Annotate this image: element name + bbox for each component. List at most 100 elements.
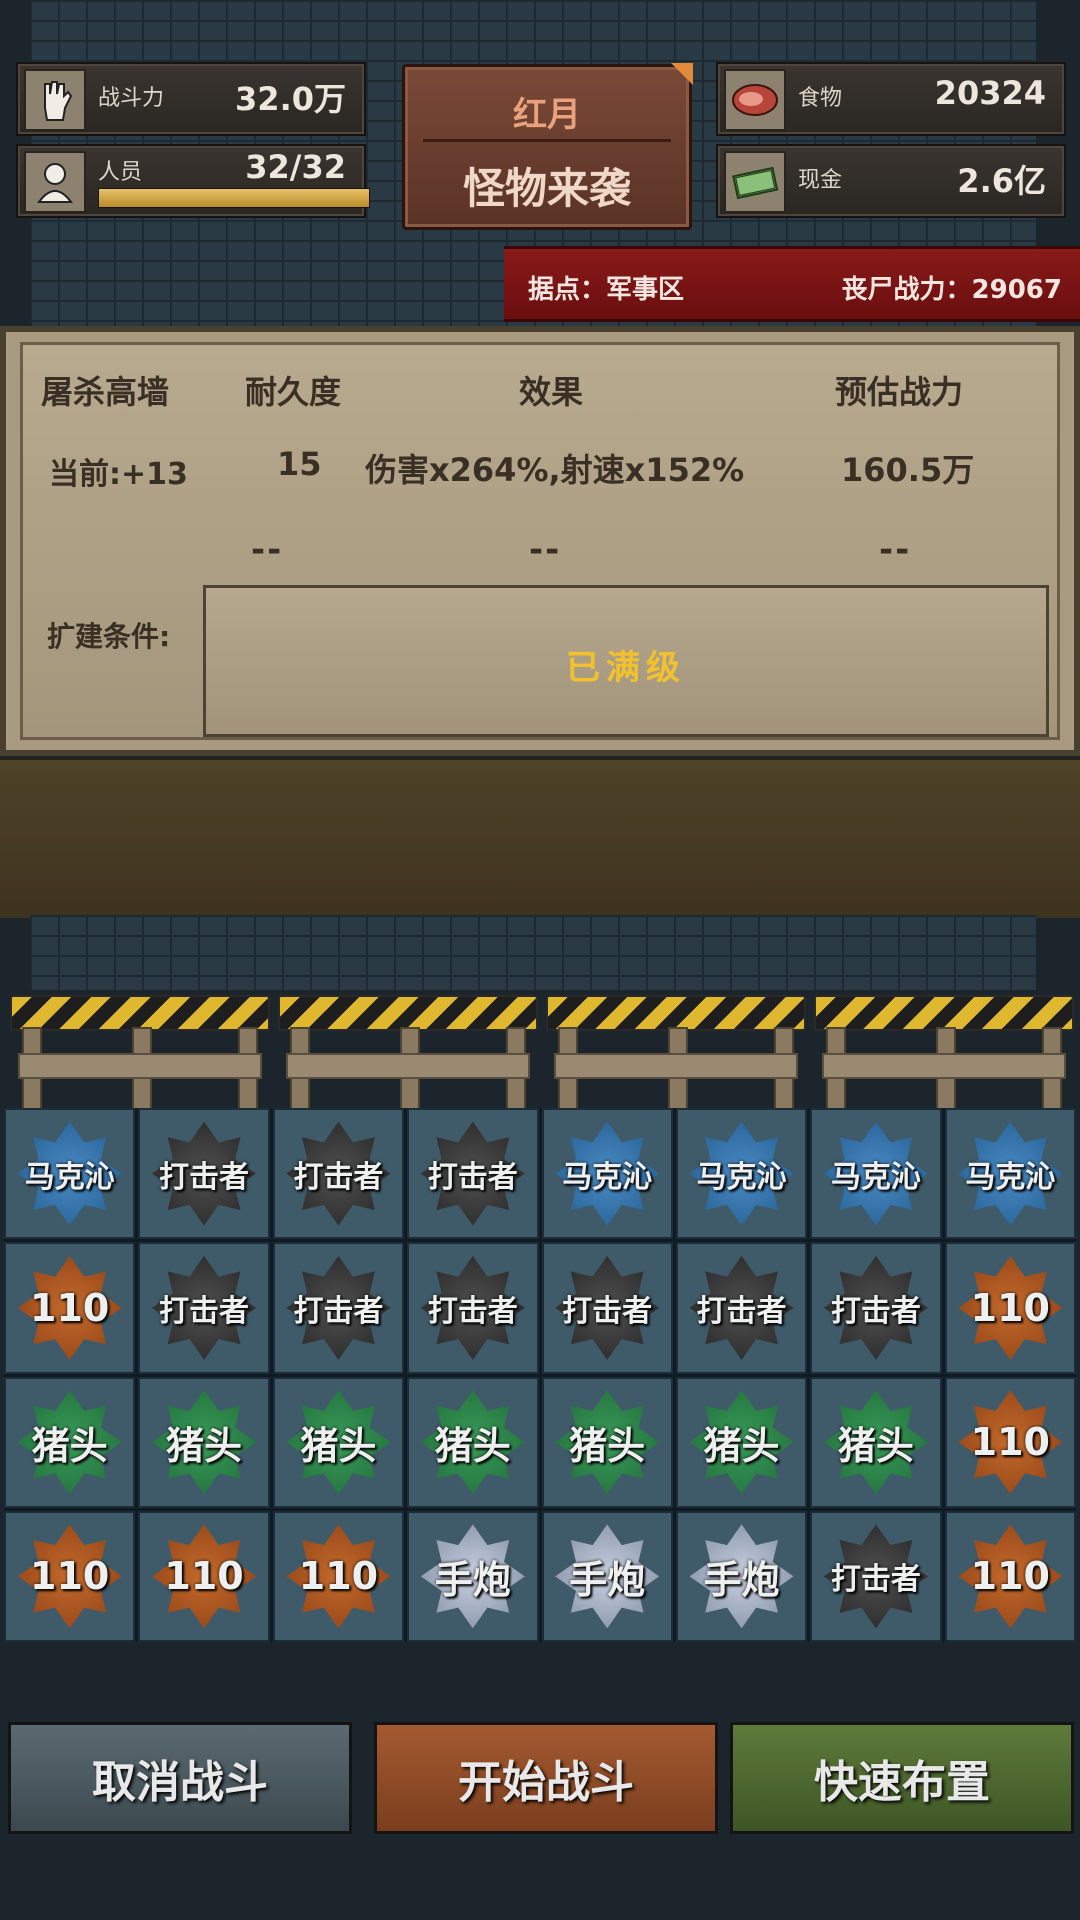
grid-slot[interactable]: 打击者: [675, 1242, 808, 1374]
unit-label: 马克沁: [830, 1159, 921, 1195]
cancel-battle-button[interactable]: 取消战斗: [8, 1722, 352, 1834]
unit-label: 打击者: [293, 1293, 384, 1329]
unit-label: 猪头: [31, 1423, 108, 1468]
grid-slot[interactable]: 马克沁: [541, 1108, 673, 1240]
grid-slot[interactable]: 打击者: [810, 1510, 942, 1642]
unit-label: 手炮: [569, 1557, 646, 1602]
header-wall-name: 屠杀高墙: [41, 373, 170, 411]
unit-label: 110: [970, 1285, 1050, 1330]
food-label: 食物: [798, 86, 843, 111]
unit-label: 打击者: [427, 1159, 518, 1195]
combat-power-box: 战斗力 32.0万: [16, 62, 366, 136]
expand-condition-label: 扩建条件:: [47, 620, 171, 653]
deployment-grid: 马克沁 打击者 打击者 打击者 马克沁 马克沁 马克沁 马克沁 110 打击者 打击者 打击者 打击者打…: [4, 1108, 1076, 1642]
next-power: --: [879, 530, 912, 570]
fist-icon: [24, 69, 86, 131]
zombie-power: 丧尸战力：29067: [841, 275, 1062, 305]
combat-power-value: 32.0万: [235, 80, 346, 118]
barricade-4: [814, 995, 1074, 1111]
grid-slot[interactable]: 打击者: [407, 1242, 539, 1374]
unit-label: 110: [30, 1554, 110, 1599]
event-title: 红月: [513, 95, 581, 135]
meat-icon: [724, 69, 786, 131]
unit-label: 猪头: [837, 1423, 914, 1468]
unit-label: 猪头: [434, 1423, 511, 1468]
unit-label: 马克沁: [696, 1159, 787, 1195]
grid-slot[interactable]: 猪头: [675, 1376, 808, 1508]
personnel-bar: [98, 188, 370, 208]
grid-slot[interactable]: 猪头: [407, 1376, 539, 1508]
grid-slot[interactable]: 110: [4, 1242, 136, 1374]
personnel-bar-fill: [99, 189, 369, 207]
unit-label: 打击者: [159, 1159, 250, 1195]
grid-slot[interactable]: 打击者: [138, 1108, 270, 1240]
barricade-3: [546, 995, 806, 1111]
grid-slot[interactable]: 110: [4, 1510, 136, 1642]
grid-slot[interactable]: 猪头: [541, 1376, 673, 1508]
grid-slot[interactable]: 打击者: [810, 1242, 942, 1374]
quick-deploy-button[interactable]: 快速布置: [730, 1722, 1074, 1834]
grid-slot[interactable]: 110: [138, 1510, 270, 1642]
grid-slot[interactable]: 猪头: [810, 1376, 942, 1508]
grid-slot[interactable]: 110: [944, 1242, 1076, 1374]
cash-label: 现金: [798, 168, 843, 193]
ground-strip: [0, 758, 1080, 918]
next-durability: --: [251, 530, 284, 570]
brick-wall-lower: [30, 915, 1036, 990]
grid-slot[interactable]: 打击者: [272, 1108, 405, 1240]
unit-label: 110: [970, 1554, 1050, 1599]
grid-slot[interactable]: 110: [944, 1376, 1076, 1508]
header-estimated-power: 预估战力: [835, 373, 964, 411]
unit-label: 猪头: [300, 1423, 377, 1468]
grid-slot[interactable]: 手炮: [675, 1510, 808, 1642]
unit-label: 打击者: [562, 1293, 653, 1329]
grid-slot[interactable]: 打击者: [272, 1242, 405, 1374]
food-box: 食物 20324: [716, 62, 1066, 136]
person-icon: [24, 151, 86, 213]
unit-label: 马克沁: [965, 1159, 1056, 1195]
event-divider: [423, 139, 671, 142]
grid-slot[interactable]: 打击者: [138, 1242, 270, 1374]
wall-info-panel: 屠杀高墙 耐久度 效果 预估战力 当前:+13 15 伤害x264%,射速x15…: [0, 326, 1080, 756]
grid-slot[interactable]: 猪头: [272, 1376, 405, 1508]
unit-label: 110: [164, 1554, 244, 1599]
grid-slot[interactable]: 猪头: [4, 1376, 136, 1508]
grid-slot[interactable]: 马克沁: [4, 1108, 136, 1240]
unit-label: 打击者: [293, 1159, 384, 1195]
grid-slot[interactable]: 猪头: [138, 1376, 270, 1508]
unit-label: 猪头: [569, 1423, 646, 1468]
unit-label: 打击者: [427, 1293, 518, 1329]
current-level: 当前:+13: [49, 457, 188, 492]
personnel-box: 人员 32/32: [16, 144, 370, 218]
unit-label: 马克沁: [562, 1159, 653, 1195]
grid-slot[interactable]: 110: [944, 1510, 1076, 1642]
stronghold-banner: 据点：军事区 丧尸战力：29067: [504, 246, 1080, 322]
grid-slot[interactable]: 打击者: [407, 1108, 539, 1240]
unit-label: 打击者: [830, 1562, 921, 1598]
unit-label: 马克沁: [24, 1159, 115, 1195]
header-durability: 耐久度: [245, 373, 342, 411]
unit-label: 110: [970, 1420, 1050, 1465]
grid-slot[interactable]: 110: [272, 1510, 405, 1642]
grid-slot[interactable]: 马克沁: [810, 1108, 942, 1240]
barricade-2: [278, 995, 538, 1111]
start-battle-button[interactable]: 开始战斗: [374, 1722, 718, 1834]
max-level-text: 已满级: [566, 648, 686, 688]
unit-label: 打击者: [830, 1293, 921, 1329]
grid-slot[interactable]: 打击者: [541, 1242, 673, 1374]
cash-box: 现金 2.6亿: [716, 144, 1066, 218]
current-effect: 伤害x264%,射速x152%: [365, 451, 745, 489]
grid-slot[interactable]: 马克沁: [944, 1108, 1076, 1240]
grid-slot[interactable]: 马克沁: [675, 1108, 808, 1240]
event-corner-marker: [671, 63, 693, 85]
stronghold-location: 据点：军事区: [528, 275, 685, 305]
unit-label: 打击者: [696, 1293, 787, 1329]
grid-slot[interactable]: 手炮: [407, 1510, 539, 1642]
current-durability: 15: [277, 445, 322, 483]
unit-label: 猪头: [166, 1423, 243, 1468]
grid-slot[interactable]: 手炮: [541, 1510, 673, 1642]
cash-value: 2.6亿: [957, 162, 1046, 200]
combat-power-label: 战斗力: [98, 86, 165, 111]
event-sign[interactable]: 红月 怪物来袭: [402, 63, 693, 230]
wall-info-inner: 屠杀高墙 耐久度 效果 预估战力 当前:+13 15 伤害x264%,射速x15…: [20, 342, 1060, 740]
